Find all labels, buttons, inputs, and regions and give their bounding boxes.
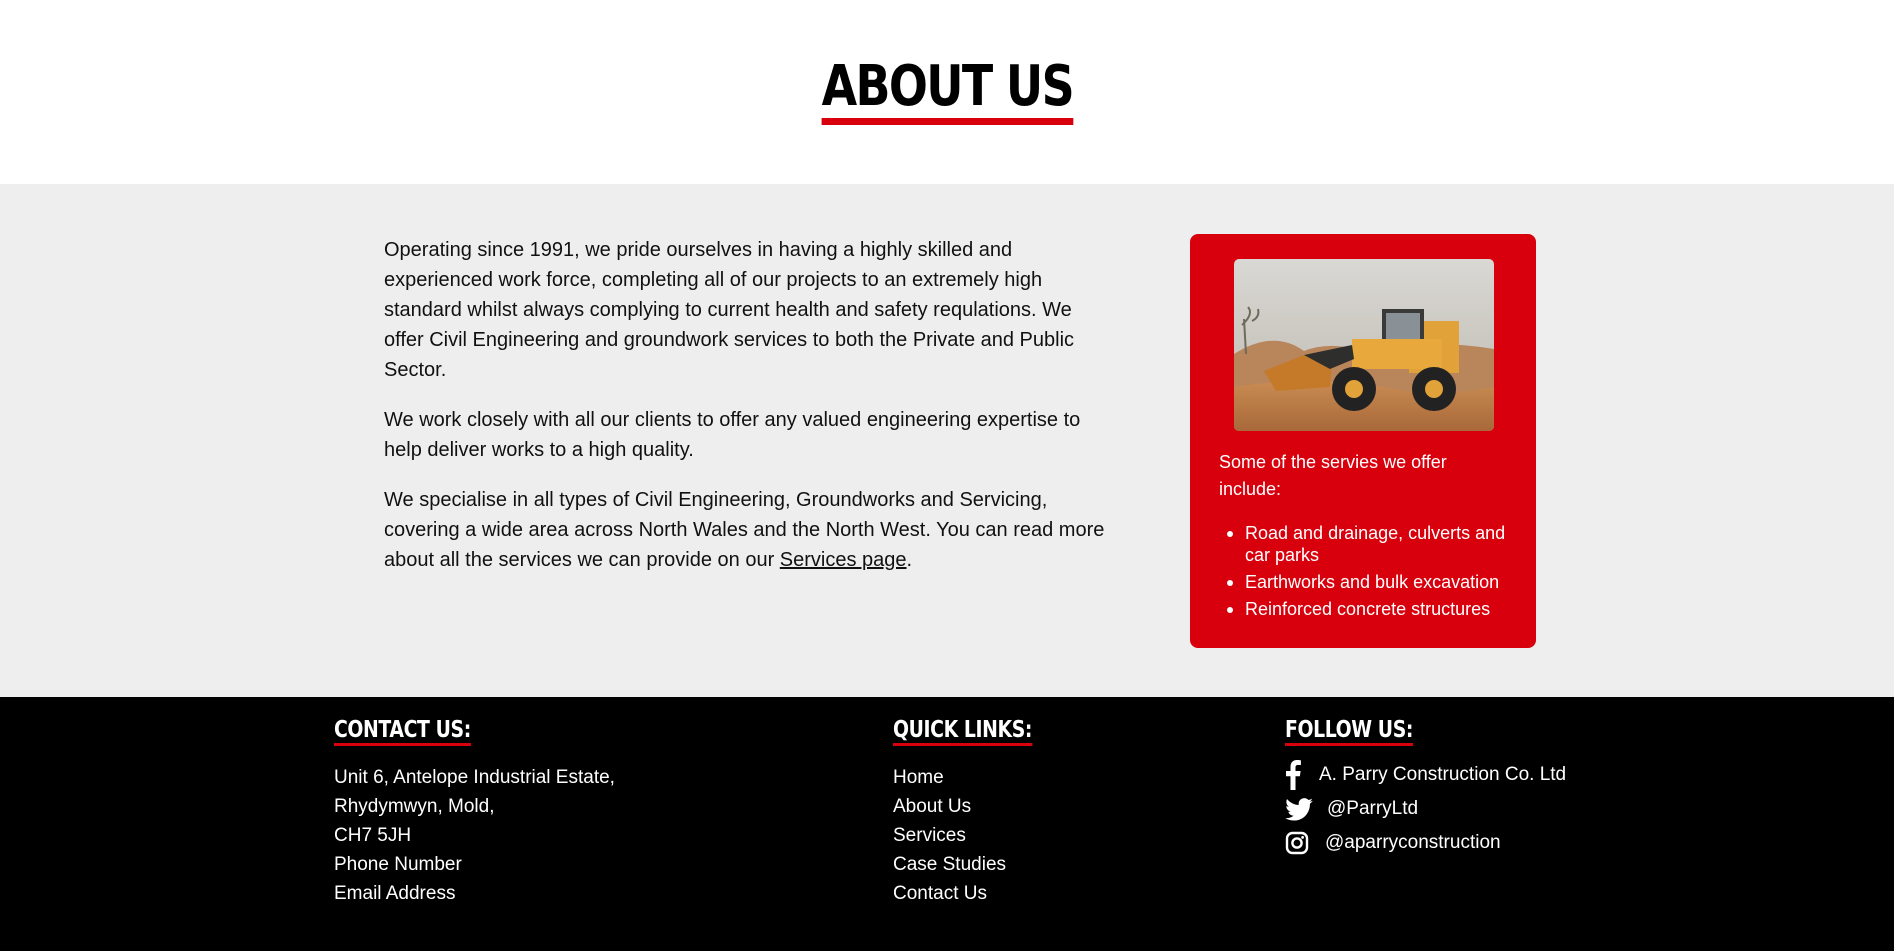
footer-link-services[interactable]: Services: [893, 821, 1063, 850]
social-instagram[interactable]: @aparryconstruction: [1285, 826, 1566, 860]
quick-links-list: Home About Us Services Case Studies Cont…: [893, 763, 1063, 908]
footer-link-home[interactable]: Home: [893, 763, 1063, 792]
twitter-link[interactable]: @ParryLtd: [1327, 798, 1418, 820]
email-link[interactable]: Email Address: [334, 879, 615, 908]
follow-column: FOLLOW US: A. Parry Construction Co. Ltd…: [1285, 717, 1566, 860]
address-line-1: Unit 6, Antelope Industrial Estate,: [334, 767, 615, 788]
footer-link-contact-us[interactable]: Contact Us: [893, 879, 1063, 908]
postcode: CH7 5JH: [334, 825, 412, 846]
hero-section: ABOUT US: [0, 0, 1894, 184]
about-text: Operating since 1991, we pride ourselves…: [384, 235, 1114, 595]
follow-heading: FOLLOW US:: [1285, 717, 1413, 746]
services-list: Road and drainage, culverts and car park…: [1219, 522, 1519, 625]
services-list-item: Road and drainage, culverts and car park…: [1219, 522, 1519, 566]
social-facebook[interactable]: A. Parry Construction Co. Ltd: [1285, 758, 1566, 792]
services-page-link[interactable]: Services page: [780, 549, 907, 571]
footer: CONTACT US: Unit 6, Antelope Industrial …: [0, 697, 1894, 951]
social-list: A. Parry Construction Co. Ltd @ParryLtd …: [1285, 758, 1566, 860]
twitter-icon: [1285, 794, 1327, 824]
about-section: Operating since 1991, we pride ourselves…: [0, 184, 1894, 697]
services-card: Some of the servies we offer include: Ro…: [1190, 234, 1536, 648]
contact-lines: Unit 6, Antelope Industrial Estate, Rhyd…: [334, 763, 615, 908]
phone-link[interactable]: Phone Number: [334, 850, 615, 879]
wheel-loader-image: [1234, 259, 1494, 431]
facebook-icon: [1285, 760, 1319, 790]
contact-heading: CONTACT US:: [334, 717, 471, 746]
address-line-2: Rhydymwyn, Mold,: [334, 796, 495, 817]
services-list-item: Reinforced concrete structures: [1219, 598, 1519, 620]
about-paragraph-1: Operating since 1991, we pride ourselves…: [384, 239, 1075, 381]
quick-links-heading: QUICK LINKS:: [893, 717, 1032, 746]
facebook-link[interactable]: A. Parry Construction Co. Ltd: [1319, 764, 1566, 786]
services-intro: Some of the servies we offer include:: [1219, 452, 1447, 499]
about-paragraph-3-text: We specialise in all types of Civil Engi…: [384, 489, 1105, 571]
about-paragraph-3-end: .: [906, 549, 913, 571]
about-paragraph-3: We specialise in all types of Civil Engi…: [384, 485, 1114, 575]
footer-link-case-studies[interactable]: Case Studies: [893, 850, 1063, 879]
services-list-item: Earthworks and bulk excavation: [1219, 571, 1519, 593]
instagram-link[interactable]: @aparryconstruction: [1325, 832, 1501, 854]
instagram-icon: [1285, 828, 1325, 858]
page-title: ABOUT US: [821, 58, 1074, 125]
social-twitter[interactable]: @ParryLtd: [1285, 792, 1566, 826]
footer-link-about-us[interactable]: About Us: [893, 792, 1063, 821]
contact-column: CONTACT US: Unit 6, Antelope Industrial …: [334, 717, 615, 908]
quick-links-column: QUICK LINKS: Home About Us Services Case…: [893, 717, 1063, 908]
about-paragraph-2: We work closely with all our clients to …: [384, 409, 1081, 461]
